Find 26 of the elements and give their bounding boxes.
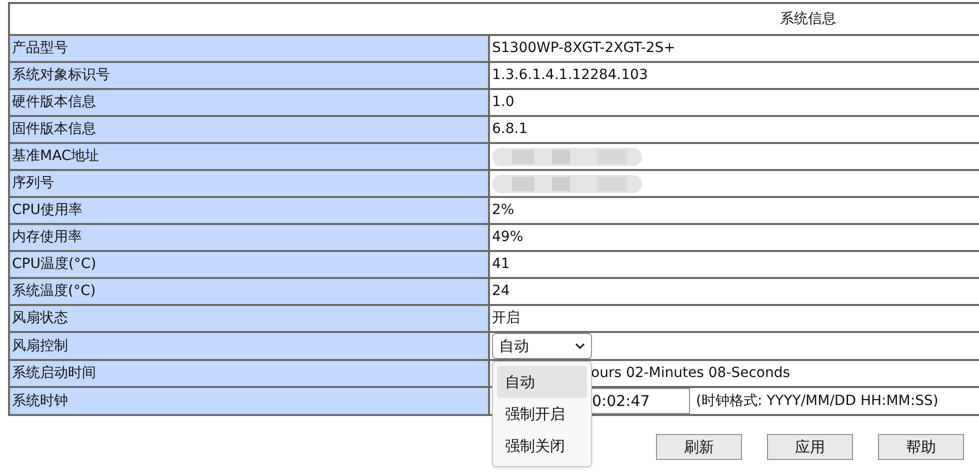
clock-format-hint: (时钟格式: YYYY/MM/DD HH:MM:SS)	[696, 392, 938, 410]
value-text: 2%	[492, 202, 514, 218]
label-cell: 系统温度(°C)	[9, 278, 489, 305]
label-cell: 系统启动时间	[9, 360, 489, 387]
label-cell: 硬件版本信息	[9, 89, 489, 116]
table-title: 系统信息	[780, 10, 836, 26]
label-cell: CPU温度(°C)	[9, 251, 489, 278]
value-text: 开启	[492, 310, 520, 326]
label-cell: CPU使用率	[9, 197, 489, 224]
label-cell: 序列号	[9, 170, 489, 197]
label-cell: 系统时钟	[9, 387, 489, 415]
label-cell: 系统对象标识号	[9, 62, 489, 89]
value-text: S1300WP-8XGT-2XGT-2S+	[492, 40, 676, 56]
label-cell: 基准MAC地址	[9, 143, 489, 170]
uptime-text: ours 02-Minutes 08-Seconds	[590, 365, 790, 381]
value-text: 1.0	[492, 94, 514, 110]
label-cell: 风扇控制	[9, 332, 489, 360]
label-cell: 产品型号	[9, 35, 489, 62]
value-text: 1.3.6.1.4.1.12284.103	[492, 67, 648, 83]
value-text: 6.8.1	[492, 121, 528, 137]
value-text: 49%	[492, 229, 524, 245]
label-cell: 风扇状态	[9, 305, 489, 332]
value-text: 24	[492, 283, 510, 299]
label-cell: 固件版本信息	[9, 116, 489, 143]
value-text: 41	[492, 256, 510, 272]
label-cell: 内存使用率	[9, 224, 489, 251]
